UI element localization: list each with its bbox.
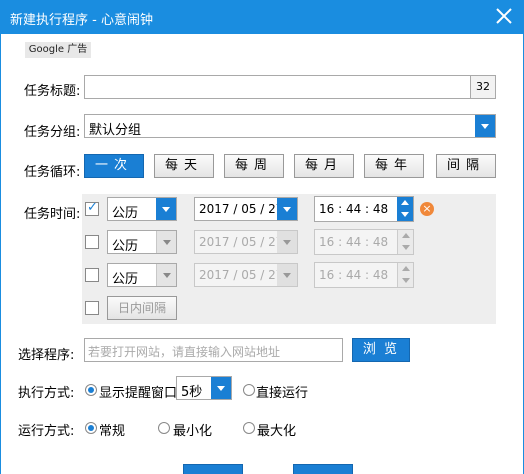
calendar-value-1: 公历 <box>112 206 139 221</box>
run-maximized-radio[interactable] <box>243 422 255 434</box>
task-title-input[interactable] <box>84 75 471 99</box>
run-minimized-label[interactable]: 最小化 <box>173 420 212 439</box>
run-normal-radio[interactable] <box>85 422 97 434</box>
show-reminder-label[interactable]: 显示提醒窗口 <box>99 382 177 401</box>
run-directly-radio[interactable] <box>243 384 255 396</box>
spin-up-icon <box>397 263 413 275</box>
ad-label[interactable]: Google 广告 <box>25 42 91 58</box>
title-bar: 新建执行程序 - 心意闹钟 <box>0 0 524 34</box>
chevron-down-icon[interactable] <box>156 264 176 286</box>
cycle-yearly-button[interactable]: 每年 <box>364 154 424 178</box>
calendar-select-3[interactable]: 公历 <box>107 263 177 287</box>
close-icon[interactable] <box>494 6 514 26</box>
time-spinner-1[interactable]: 16 : 44 : 48 <box>314 196 414 222</box>
program-label: 选择程序: <box>18 348 75 363</box>
date-picker-3: 2017 / 05 / 27 <box>194 263 298 287</box>
time-value-1: 16 : 44 : 48 <box>319 202 389 216</box>
ok-button[interactable] <box>183 464 243 474</box>
calendar-select-1[interactable]: 公历 <box>107 197 177 221</box>
cycle-weekly-button[interactable]: 每周 <box>224 154 284 178</box>
task-time-label: 任务时间: <box>24 207 81 222</box>
remove-icon[interactable]: × <box>420 202 434 216</box>
run-minimized-radio[interactable] <box>158 422 170 434</box>
task-title-label: 任务标题: <box>24 84 81 99</box>
cycle-interval-button[interactable]: 间隔 <box>436 154 496 178</box>
exec-mode-label: 执行方式: <box>18 386 75 401</box>
cycle-once-button[interactable]: 一次 <box>84 154 144 178</box>
time-value-3: 16 : 44 : 48 <box>319 268 389 282</box>
delay-value: 5秒 <box>181 385 203 400</box>
char-limit-counter: 32 <box>470 75 496 99</box>
chevron-down-icon <box>277 231 297 253</box>
window-title: 新建执行程序 - 心意闹钟 <box>10 13 153 28</box>
run-normal-label[interactable]: 常规 <box>99 420 125 439</box>
chevron-down-icon[interactable] <box>211 377 231 399</box>
spin-down-icon[interactable] <box>397 209 413 221</box>
spin-up-icon <box>397 230 413 242</box>
run-maximized-label[interactable]: 最大化 <box>257 420 296 439</box>
task-group-select[interactable]: 默认分组 <box>84 114 496 138</box>
interval-checkbox[interactable] <box>85 301 99 315</box>
time-row-1-checkbox[interactable] <box>85 200 99 216</box>
calendar-value-3: 公历 <box>112 272 139 287</box>
date-picker-2: 2017 / 05 / 27 <box>194 230 298 254</box>
calendar-select-2[interactable]: 公历 <box>107 230 177 254</box>
delay-select[interactable]: 5秒 <box>176 376 232 400</box>
date-value-3: 2017 / 05 / 27 <box>199 268 284 282</box>
browse-button[interactable]: 浏 览 <box>352 338 410 362</box>
task-cycle-label: 任务循环: <box>24 165 81 180</box>
day-interval-button[interactable]: 日内间隔 <box>107 296 177 320</box>
program-input[interactable]: 若要打开网站，请直接输入网站地址 <box>84 338 343 362</box>
time-value-2: 16 : 44 : 48 <box>319 235 389 249</box>
calendar-value-2: 公历 <box>112 239 139 254</box>
cycle-daily-button[interactable]: 每天 <box>154 154 214 178</box>
spin-down-icon <box>397 275 413 287</box>
chevron-down-icon[interactable] <box>277 198 297 220</box>
time-row-3-checkbox[interactable] <box>85 268 99 282</box>
date-value-1: 2017 / 05 / 27 <box>199 202 284 216</box>
time-spinner-2: 16 : 44 : 48 <box>314 229 414 255</box>
show-reminder-radio[interactable] <box>85 384 97 396</box>
run-mode-label: 运行方式: <box>18 424 75 439</box>
program-placeholder: 若要打开网站，请直接输入网站地址 <box>88 345 281 359</box>
time-spinner-3: 16 : 44 : 48 <box>314 262 414 288</box>
date-picker-1[interactable]: 2017 / 05 / 27 <box>194 197 298 221</box>
run-directly-label[interactable]: 直接运行 <box>256 382 308 401</box>
chevron-down-icon <box>277 264 297 286</box>
chevron-down-icon[interactable] <box>475 115 495 137</box>
time-row-2-checkbox[interactable] <box>85 235 99 249</box>
chevron-down-icon[interactable] <box>156 231 176 253</box>
date-value-2: 2017 / 05 / 27 <box>199 235 284 249</box>
spin-up-icon[interactable] <box>397 197 413 209</box>
task-group-value: 默认分组 <box>89 123 142 138</box>
cycle-monthly-button[interactable]: 每月 <box>294 154 354 178</box>
chevron-down-icon[interactable] <box>156 198 176 220</box>
cancel-button[interactable] <box>293 464 353 474</box>
task-group-label: 任务分组: <box>24 125 81 140</box>
spin-down-icon <box>397 242 413 254</box>
